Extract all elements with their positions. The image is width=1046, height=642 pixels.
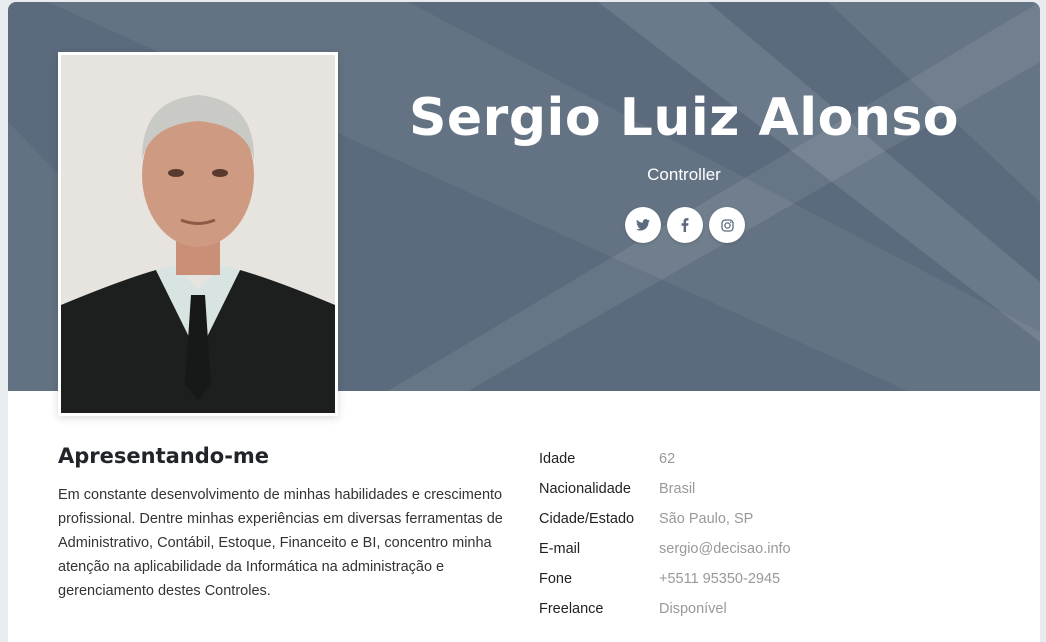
info-row-cidade: Cidade/Estado São Paulo, SP <box>539 504 791 534</box>
email-link[interactable]: sergio@decisao.info <box>659 541 791 557</box>
info-label: E-mail <box>539 541 581 557</box>
info-value: Disponível <box>659 601 727 617</box>
about-title: Apresentando-me <box>58 444 270 468</box>
info-value: 62 <box>659 451 676 467</box>
info-row-freelance: Freelance Disponível <box>539 594 791 624</box>
info-label: Idade <box>539 451 576 467</box>
instagram-button[interactable] <box>709 207 745 243</box>
facebook-button[interactable] <box>667 207 703 243</box>
phone-link[interactable]: +5511 95350-2945 <box>659 571 780 587</box>
info-label: Fone <box>539 571 573 587</box>
info-label: Cidade/Estado <box>539 511 635 527</box>
info-row-email: E-mail sergio@decisao.info <box>539 534 791 564</box>
personal-info-list: Idade 62 Nacionalidade Brasil Cidade/Est… <box>539 444 791 624</box>
profile-name: Sergio Luiz Alonso <box>408 88 960 148</box>
twitter-icon <box>636 219 650 231</box>
info-row-nacionalidade: Nacionalidade Brasil <box>539 474 791 504</box>
about-text: Em constante desenvolvimento de minhas h… <box>58 487 503 599</box>
info-row-fone: Fone +5511 95350-2945 <box>539 564 791 594</box>
info-value: Brasil <box>659 481 696 497</box>
twitter-button[interactable] <box>625 207 661 243</box>
facebook-icon <box>681 218 689 232</box>
instagram-icon <box>720 218 734 232</box>
info-value: São Paulo, SP <box>659 511 754 527</box>
info-label: Nacionalidade <box>539 481 631 497</box>
profile-card: Sergio Luiz Alonso Controller Apresentan… <box>8 2 1040 642</box>
info-row-idade: Idade 62 <box>539 444 791 474</box>
profile-photo-frame <box>58 52 338 416</box>
profile-role: Controller <box>647 165 721 184</box>
profile-photo <box>61 55 335 413</box>
social-links <box>625 207 745 243</box>
info-label: Freelance <box>539 601 604 617</box>
